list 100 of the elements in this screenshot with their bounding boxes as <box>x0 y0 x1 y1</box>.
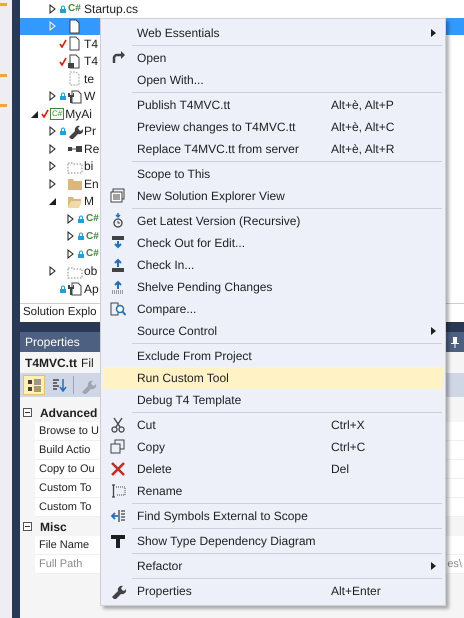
menu-item[interactable]: Properties Alt+Enter <box>103 580 443 602</box>
submenu-arrow-icon <box>430 327 436 335</box>
menu-item[interactable]: Compare... <box>103 298 443 320</box>
menu-item[interactable]: Check In... <box>103 254 443 276</box>
menu-item[interactable]: Exclude From Project <box>103 345 443 367</box>
menu-item[interactable]: Publish T4MVC.tt Alt+è, Alt+P <box>103 94 443 116</box>
expand-arrow-icon[interactable] <box>48 178 58 189</box>
menu-item[interactable]: Run Custom Tool <box>103 367 443 389</box>
tree-item[interactable]: bi <box>20 158 94 175</box>
tree-item-label[interactable]: M <box>84 192 94 210</box>
tree-item-label[interactable]: te <box>84 70 94 88</box>
category-label: Advanced <box>40 404 98 422</box>
compare-icon <box>110 301 126 317</box>
csharp-file-icon: C# <box>68 1 83 16</box>
collapse-toggle[interactable] <box>23 522 32 531</box>
expand-arrow-icon[interactable] <box>48 4 58 14</box>
expand-arrow-icon[interactable] <box>48 266 58 276</box>
property-name: Custom To <box>38 480 92 496</box>
menu-item[interactable]: Copy Ctrl+C <box>103 436 443 458</box>
object-type: Fil <box>81 354 94 372</box>
toolbar-button[interactable] <box>23 375 45 395</box>
menu-item[interactable]: Scope to This <box>103 163 443 185</box>
tree-item-label[interactable]: Startup.cs <box>84 0 138 18</box>
property-name: Build Actio <box>38 442 90 458</box>
scissors-icon <box>110 417 126 433</box>
expand-arrow-icon[interactable] <box>66 231 76 242</box>
tree-item[interactable]: C# MyAi <box>20 105 92 122</box>
menu-item[interactable]: Web Essentials <box>103 22 443 44</box>
collapse-arrow-icon[interactable] <box>48 196 58 206</box>
tree-item-label[interactable]: T4 <box>84 34 98 53</box>
expand-arrow-icon[interactable] <box>66 248 76 259</box>
tree-item-label[interactable]: Ap <box>84 280 99 298</box>
type-diagram-icon <box>110 533 126 549</box>
csharp-file-icon: C# <box>86 211 101 226</box>
collapse-toggle[interactable] <box>23 408 32 417</box>
menu-item[interactable]: Debug T4 Template <box>103 389 443 411</box>
minus-icon <box>25 524 30 529</box>
tree-item[interactable]: C# <box>20 228 101 245</box>
tree-item-label[interactable]: Re <box>84 140 100 158</box>
csharp-project-icon: C# <box>50 108 64 120</box>
menu-item[interactable]: Find Symbols External to Scope <box>103 505 443 527</box>
find-symbols-icon <box>110 508 126 524</box>
menu-item[interactable]: Check Out for Edit... <box>103 232 443 254</box>
menu-item[interactable]: Show Type Dependency Diagram <box>103 530 443 552</box>
copy-icon <box>110 439 126 455</box>
wrench-icon <box>110 583 126 599</box>
tree-item-label[interactable]: T4 <box>84 52 98 70</box>
tree-item-label[interactable]: W <box>84 87 96 106</box>
tree-item[interactable]: Pr <box>20 122 96 140</box>
menu-item[interactable]: Rename <box>103 480 443 502</box>
object-name: T4MVC.tt <box>25 354 77 372</box>
expand-arrow-icon[interactable] <box>48 91 58 102</box>
tree-item-label[interactable]: MyAi <box>65 104 92 123</box>
tree-item-label[interactable]: bi <box>84 157 94 176</box>
tree-item[interactable]: Re <box>20 140 100 158</box>
check-in-icon <box>110 257 126 273</box>
config-file-icon <box>67 281 83 296</box>
submenu-arrow-icon <box>430 29 436 37</box>
tree-item[interactable]: T4 <box>20 35 98 52</box>
csharp-file-icon: C# <box>86 228 101 244</box>
tab[interactable]: Solution Explo <box>20 304 100 322</box>
tree-item[interactable]: T4 <box>20 52 98 70</box>
expand-arrow-icon[interactable] <box>48 144 58 154</box>
menu-item[interactable]: Replace T4MVC.tt from server Alt+è, Alt+R <box>103 138 443 160</box>
expand-arrow-icon[interactable] <box>48 161 58 172</box>
wrench-icon <box>67 124 83 139</box>
tree-item[interactable]: En <box>20 175 99 192</box>
property-name: Custom To <box>38 500 92 515</box>
expand-arrow-icon[interactable] <box>66 214 76 224</box>
menu-item[interactable]: Cut Ctrl+X <box>103 414 443 436</box>
menu-item[interactable]: Get Latest Version (Recursive) <box>103 210 443 232</box>
tree-item-label[interactable]: Pr <box>84 122 96 140</box>
menu-item[interactable]: Open <box>103 47 443 69</box>
tree-item[interactable]: te <box>20 70 94 88</box>
category-label: Misc <box>40 518 67 536</box>
tree-item[interactable]: ob <box>20 262 98 280</box>
pin-icon[interactable] <box>451 336 459 348</box>
tree-item[interactable]: M <box>20 192 94 210</box>
tree-item[interactable]: W <box>20 88 96 105</box>
sort-descending-icon <box>50 376 68 394</box>
tree-item[interactable]: Ap <box>20 280 99 298</box>
menu-item[interactable]: Preview changes to T4MVC.tt Alt+è, Alt+C <box>103 116 443 138</box>
tree-item-label[interactable]: En <box>84 174 99 193</box>
menu-item[interactable]: Source Control <box>103 320 443 342</box>
menu-item[interactable]: Delete Del <box>103 458 443 480</box>
expand-arrow-icon[interactable] <box>48 126 58 136</box>
tree-item-label[interactable]: ob <box>84 262 98 280</box>
menu-item[interactable]: New Solution Explorer View <box>103 185 443 207</box>
tree-item[interactable]: C# <box>20 210 101 228</box>
minus-icon <box>25 410 30 415</box>
menu-item[interactable]: Shelve Pending Changes <box>103 276 443 298</box>
config-file-icon <box>67 88 83 104</box>
tree-item[interactable]: C# <box>20 245 101 262</box>
delete-icon <box>110 461 126 477</box>
new-window-icon <box>110 188 126 204</box>
menu-item[interactable]: Refactor <box>103 555 443 577</box>
collapse-arrow-icon[interactable] <box>30 108 40 119</box>
tree-item[interactable]: C# Startup.cs <box>20 0 138 18</box>
menu-item[interactable]: Open With... <box>103 69 443 91</box>
property-name: Copy to Ou <box>38 462 95 477</box>
